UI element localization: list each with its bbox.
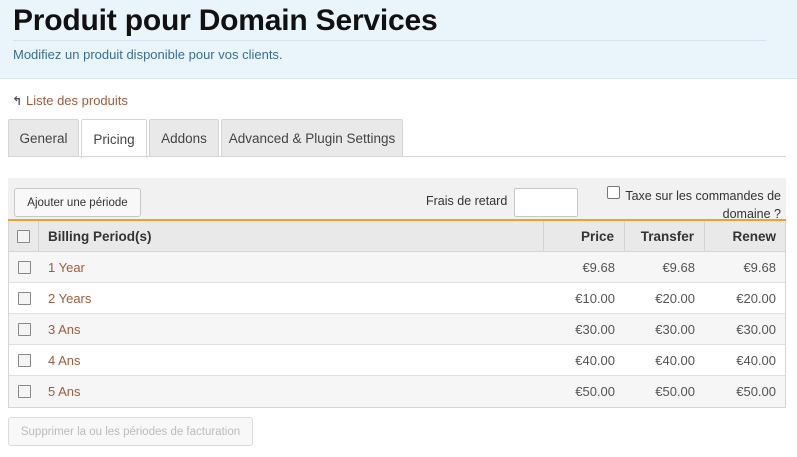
pricing-table: Billing Period(s) Price Transfer Renew 1… [8, 221, 786, 408]
renew-cell: €50.00 [736, 384, 776, 399]
table-header-row: Billing Period(s) Price Transfer Renew [9, 221, 785, 252]
arrow-up-left-icon: ↰ [12, 93, 23, 108]
page-subtitle: Modifiez un produit disponible pour vos … [13, 47, 283, 62]
price-cell: €10.00 [575, 290, 615, 306]
page-header: Produit pour Domain Services Modifiez un… [0, 0, 797, 79]
column-header-billing-period: Billing Period(s) [39, 221, 544, 251]
price-cell: €9.68 [582, 259, 615, 275]
tabs-divider [8, 156, 786, 157]
domain-tax-checkbox[interactable] [607, 186, 620, 199]
table-row: 4 Ans €40.00 €40.00 €40.00 [9, 345, 785, 376]
row-select-cell [9, 283, 39, 313]
row-checkbox[interactable] [17, 353, 31, 367]
tab-general[interactable]: General [8, 119, 79, 157]
row-select-cell [9, 376, 39, 407]
renew-cell: €30.00 [736, 321, 776, 337]
row-checkbox[interactable] [17, 385, 31, 398]
tab-pricing[interactable]: Pricing [81, 119, 147, 158]
renew-cell: €40.00 [736, 352, 776, 368]
transfer-cell: €20.00 [655, 290, 695, 306]
period-link[interactable]: 2 Years [48, 291, 91, 306]
table-row: 1 Year €9.68 €9.68 €9.68 [9, 252, 785, 283]
row-select-cell [9, 252, 39, 282]
domain-tax-label: Taxe sur les commandes de domaine ? [625, 189, 781, 221]
delete-periods-button[interactable]: Supprimer la ou les périodes de facturat… [8, 417, 253, 446]
header-divider [13, 40, 766, 41]
table-row: 3 Ans €30.00 €30.00 €30.00 [9, 314, 785, 345]
period-link[interactable]: 4 Ans [48, 353, 81, 368]
tab-advanced-plugin-settings[interactable]: Advanced & Plugin Settings [221, 119, 403, 157]
transfer-cell: €9.68 [662, 259, 695, 275]
price-cell: €50.00 [575, 384, 615, 399]
column-header-price: Price [544, 221, 625, 251]
row-checkbox[interactable] [17, 291, 31, 305]
product-list-link[interactable]: ↰ Liste des produits [12, 93, 128, 108]
column-header-transfer: Transfer [625, 221, 705, 251]
transfer-cell: €40.00 [655, 352, 695, 368]
table-row: 2 Years €10.00 €20.00 €20.00 [9, 283, 785, 314]
price-cell: €40.00 [575, 352, 615, 368]
product-list-link-label: Liste des produits [26, 93, 128, 108]
column-header-renew: Renew [732, 228, 776, 244]
period-link[interactable]: 1 Year [48, 260, 85, 275]
price-cell: €30.00 [575, 321, 615, 337]
late-fee-input[interactable] [514, 188, 578, 217]
late-fee-label: Frais de retard [426, 194, 508, 208]
period-link[interactable]: 5 Ans [48, 384, 81, 399]
row-select-cell [9, 345, 39, 375]
select-all-checkbox[interactable] [17, 229, 30, 243]
row-select-cell [9, 314, 39, 344]
table-row: 5 Ans €50.00 €50.00 €50.00 [9, 376, 785, 407]
select-all-cell [9, 221, 39, 251]
pricing-toolbar: Ajouter une période Frais de retard Taxe… [8, 178, 786, 221]
row-checkbox[interactable] [17, 260, 31, 274]
transfer-cell: €50.00 [655, 384, 695, 399]
page-title: Produit pour Domain Services [13, 4, 438, 37]
tab-addons[interactable]: Addons [149, 119, 219, 157]
add-period-button[interactable]: Ajouter une période [14, 188, 141, 217]
transfer-cell: €30.00 [655, 321, 695, 337]
renew-cell: €9.68 [743, 259, 776, 275]
period-link[interactable]: 3 Ans [48, 322, 81, 337]
row-checkbox[interactable] [17, 322, 31, 336]
renew-cell: €20.00 [736, 290, 776, 306]
